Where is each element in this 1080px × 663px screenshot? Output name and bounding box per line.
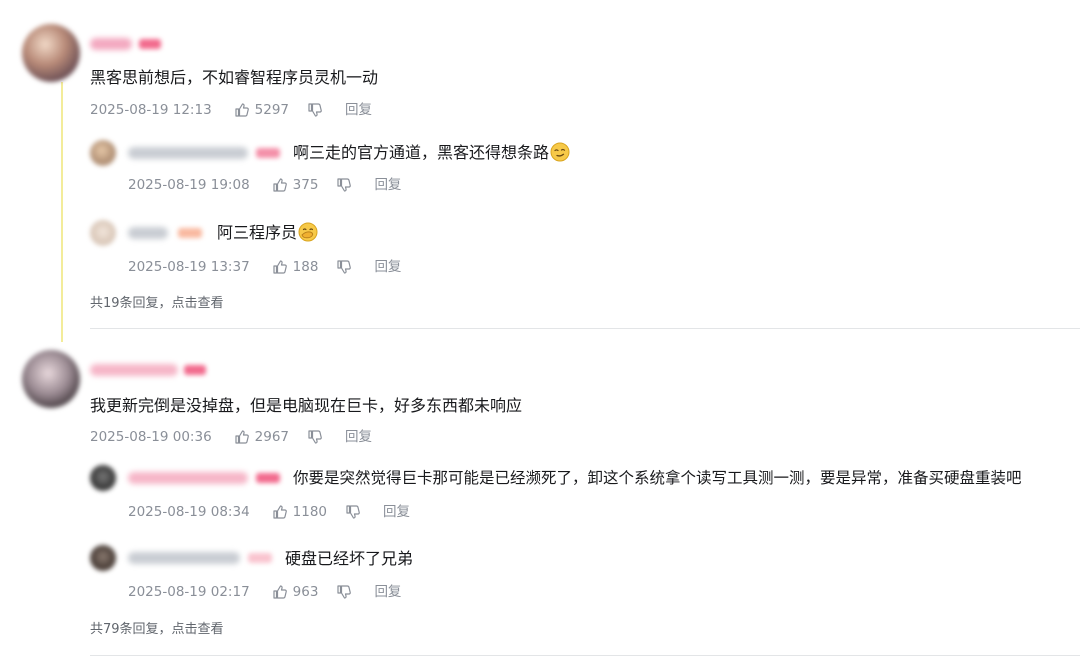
like-button[interactable]: 963 [272, 583, 319, 601]
dislike-button[interactable] [307, 429, 323, 445]
reply-level-badge [178, 228, 202, 238]
reply-text: 你要是突然觉得巨卡那可能是已经濒死了，卸这个系统拿个读写工具测一测，要是异常，准… [293, 469, 1022, 487]
thumbs-down-icon [346, 505, 360, 519]
like-count: 5297 [254, 102, 290, 118]
reply-avatar[interactable] [90, 220, 116, 246]
thumbs-down-icon [337, 260, 352, 274]
divider [90, 655, 1080, 656]
dislike-button[interactable] [336, 584, 352, 600]
reply-username[interactable] [128, 472, 248, 484]
reply-meta: 2025-08-19 19:08 375 回复 [128, 176, 401, 194]
reply-text: 阿三程序员 [217, 222, 318, 243]
comment-date: 2025-08-19 12:13 [90, 102, 212, 118]
smirk-emoji [550, 142, 570, 162]
reply-level-badge [256, 473, 280, 483]
reply-level-badge [248, 553, 272, 563]
like-count: 963 [292, 584, 319, 600]
like-count: 1180 [292, 504, 328, 520]
hand-over-mouth-emoji [298, 222, 318, 242]
reply-meta: 2025-08-19 13:37 188 回复 [128, 258, 401, 276]
thumbs-down-icon [337, 178, 352, 192]
thumbs-up-icon [273, 178, 287, 192]
like-count: 188 [292, 259, 319, 275]
reply-avatar[interactable] [90, 545, 116, 571]
thumbs-up-icon [273, 505, 287, 519]
reply-level-badge [256, 148, 280, 158]
comment-date: 2025-08-19 00:36 [90, 429, 212, 445]
comment-text: 我更新完倒是没掉盘，但是电脑现在巨卡，好多东西都未响应 [90, 396, 523, 415]
reply-date: 2025-08-19 08:34 [128, 504, 250, 520]
reply-username[interactable] [128, 147, 248, 159]
like-count: 375 [292, 177, 319, 193]
level-badge [139, 39, 161, 49]
username[interactable] [90, 364, 178, 376]
divider [90, 328, 1080, 329]
reply-avatar[interactable] [90, 465, 116, 491]
reply-button[interactable]: 回复 [383, 503, 410, 521]
thumbs-down-icon [337, 585, 352, 599]
reply-button[interactable]: 回复 [374, 258, 401, 276]
username[interactable] [90, 38, 132, 50]
dislike-button[interactable] [307, 102, 323, 118]
view-more-replies-link[interactable]: 共79条回复，点击查看 [90, 618, 224, 637]
reply-button[interactable]: 回复 [374, 176, 401, 194]
thumbs-down-icon [308, 103, 322, 117]
thumbs-up-icon [273, 585, 287, 599]
thumbs-up-icon [235, 103, 249, 117]
level-badge [184, 365, 206, 375]
thumbs-down-icon [308, 430, 322, 444]
like-button[interactable]: 2967 [234, 428, 289, 446]
dislike-button[interactable] [345, 504, 361, 520]
reply-date: 2025-08-19 02:17 [128, 584, 250, 600]
avatar[interactable] [22, 24, 80, 82]
comment-meta: 2025-08-19 12:13 5297 回复 [90, 101, 372, 119]
like-button[interactable]: 1180 [272, 503, 327, 521]
thumbs-up-icon [273, 260, 287, 274]
thumbs-up-icon [235, 430, 249, 444]
reply-meta: 2025-08-19 02:17 963 回复 [128, 583, 401, 601]
comment-meta: 2025-08-19 00:36 2967 回复 [90, 428, 372, 446]
reply-button[interactable]: 回复 [345, 101, 372, 119]
like-count: 2967 [254, 429, 290, 445]
dislike-button[interactable] [336, 259, 352, 275]
reply-date: 2025-08-19 19:08 [128, 177, 250, 193]
reply-date: 2025-08-19 13:37 [128, 259, 250, 275]
reply-avatar[interactable] [90, 140, 116, 166]
reply-meta: 2025-08-19 08:34 1180 回复 [128, 503, 410, 521]
like-button[interactable]: 5297 [234, 101, 289, 119]
dislike-button[interactable] [336, 177, 352, 193]
view-more-replies-link[interactable]: 共19条回复，点击查看 [90, 292, 224, 311]
comment-text: 黑客思前想后，不如睿智程序员灵机一动 [90, 68, 379, 87]
reply-username[interactable] [128, 552, 240, 564]
avatar[interactable] [22, 350, 80, 408]
like-button[interactable]: 188 [272, 258, 319, 276]
reply-button[interactable]: 回复 [345, 428, 372, 446]
like-button[interactable]: 375 [272, 176, 319, 194]
reply-button[interactable]: 回复 [374, 583, 401, 601]
thread-line [61, 82, 63, 342]
reply-username[interactable] [128, 227, 168, 239]
reply-text: 硬盘已经坏了兄弟 [285, 549, 414, 568]
reply-text: 啊三走的官方通道，黑客还得想条路 [293, 142, 570, 163]
